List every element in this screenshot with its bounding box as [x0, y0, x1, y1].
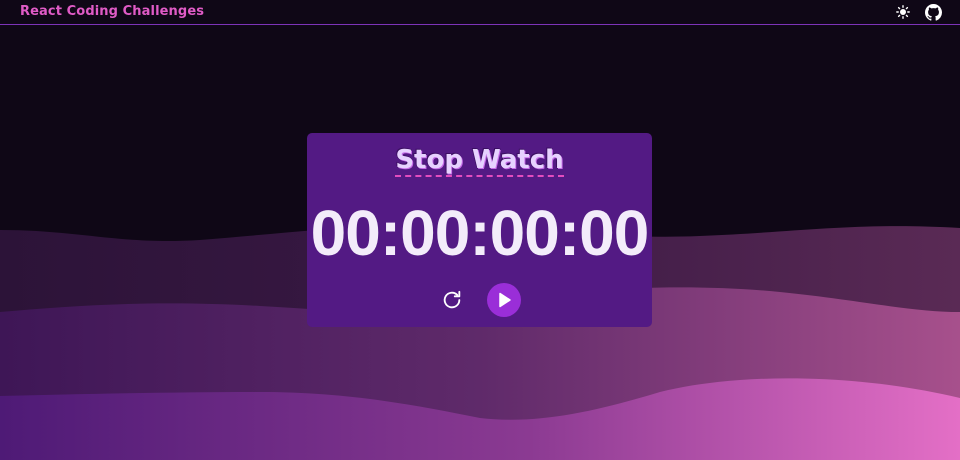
- top-navbar: React Coding Challenges: [0, 0, 960, 25]
- brand-link[interactable]: React Coding Challenges: [20, 4, 204, 20]
- stopwatch-title: Stop Watch: [307, 145, 652, 177]
- header-actions: [894, 3, 942, 21]
- reset-button[interactable]: [439, 287, 465, 313]
- stopwatch-controls: [307, 282, 652, 318]
- timer-display: 00:00:00:00: [310, 197, 650, 269]
- play-icon: [498, 292, 511, 308]
- stopwatch-title-text: Stop Watch: [395, 145, 564, 177]
- github-icon[interactable]: [924, 3, 942, 21]
- reset-icon: [443, 290, 460, 309]
- sun-icon[interactable]: [894, 3, 912, 21]
- page: React Coding Challenges Stop Watch 00:00…: [0, 0, 960, 460]
- stopwatch-card: Stop Watch 00:00:00:00: [307, 133, 652, 327]
- play-button[interactable]: [486, 283, 521, 317]
